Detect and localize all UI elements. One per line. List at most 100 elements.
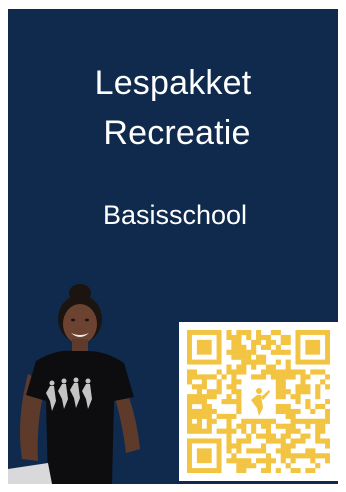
qr-module	[241, 438, 247, 444]
qr-module	[280, 453, 286, 459]
qr-module	[236, 379, 242, 385]
qr-module	[280, 394, 286, 400]
qr-module	[290, 428, 296, 434]
qr-module	[315, 428, 321, 434]
qr-module	[290, 369, 296, 375]
qr-module	[275, 374, 281, 380]
qr-module	[275, 423, 281, 429]
qr-module	[241, 359, 247, 365]
qr-module	[280, 438, 286, 444]
qr-module	[191, 369, 198, 375]
qr-module	[305, 403, 311, 410]
qr-module	[270, 349, 276, 355]
qr-finder	[196, 448, 212, 464]
qr-module	[206, 423, 212, 429]
qr-module	[251, 448, 257, 454]
qr-module	[270, 418, 276, 424]
qr-module	[256, 354, 262, 360]
qr-module	[295, 438, 301, 444]
qr-module	[241, 458, 247, 464]
qr-module	[231, 443, 237, 449]
qr-module	[315, 389, 321, 395]
qr-module	[275, 438, 281, 444]
qr-module	[310, 369, 316, 375]
qr-module	[201, 408, 207, 415]
qr-module	[315, 418, 321, 424]
qr-module	[280, 423, 286, 429]
qr-module	[310, 418, 316, 424]
qr-module	[325, 384, 330, 390]
qr-module	[260, 354, 267, 360]
qr-module	[300, 379, 306, 385]
qr-module	[300, 438, 306, 444]
qr-module	[260, 443, 267, 449]
qr-module	[226, 384, 232, 390]
qr-module	[290, 423, 296, 429]
qr-module	[260, 458, 267, 464]
qr-module	[251, 344, 257, 350]
qr-module	[251, 418, 257, 424]
qr-code[interactable]	[179, 322, 338, 481]
qr-module	[226, 334, 232, 341]
qr-module	[325, 453, 330, 459]
qr-module	[265, 468, 272, 473]
qr-module	[260, 448, 267, 454]
qr-module	[191, 423, 198, 429]
qr-module	[221, 428, 227, 434]
qr-module	[270, 339, 276, 345]
qr-module	[290, 458, 296, 464]
qr-module	[315, 394, 321, 400]
qr-module	[196, 389, 202, 395]
qr-module	[226, 349, 232, 355]
qr-module	[265, 334, 272, 341]
qr-module	[290, 413, 296, 419]
qr-module	[285, 423, 291, 429]
qr-module	[236, 389, 242, 395]
qr-module	[231, 389, 237, 395]
qr-module	[216, 389, 222, 395]
qr-module	[216, 379, 222, 385]
qr-module	[275, 448, 281, 454]
qr-module	[226, 433, 232, 439]
qr-module	[265, 463, 272, 469]
qr-module	[251, 423, 257, 429]
qr-module	[191, 394, 198, 400]
qr-module	[236, 403, 242, 410]
qr-module	[236, 349, 242, 355]
qr-module	[226, 330, 232, 336]
qr-module	[275, 468, 281, 473]
qr-module	[191, 428, 198, 434]
qr-module	[196, 423, 202, 429]
qr-module	[300, 433, 306, 439]
qr-module	[206, 418, 212, 424]
qr-module	[325, 458, 330, 464]
qr-module	[216, 369, 222, 375]
qr-module	[275, 379, 281, 385]
qr-module	[246, 458, 252, 464]
qr-module	[325, 443, 330, 449]
qr-module	[300, 418, 306, 424]
qr-module	[270, 364, 276, 370]
qr-module	[285, 364, 291, 370]
qr-module	[226, 448, 232, 454]
qr-module	[236, 458, 242, 464]
qr-module	[270, 330, 276, 336]
qr-module	[191, 413, 198, 419]
qr-module	[196, 418, 202, 424]
qr-module	[265, 344, 272, 350]
qr-module	[265, 418, 272, 424]
qr-module	[231, 354, 237, 360]
qr-module	[196, 399, 202, 405]
qr-module	[290, 418, 296, 424]
qr-module	[256, 458, 262, 464]
qr-module	[285, 433, 291, 439]
qr-module	[256, 448, 262, 454]
qr-module	[285, 339, 291, 345]
qr-module	[295, 384, 301, 390]
qr-module	[285, 408, 291, 415]
qr-module	[256, 339, 262, 345]
qr-module	[295, 468, 301, 473]
qr-finder	[305, 339, 321, 355]
qr-module	[226, 418, 232, 424]
qr-module	[256, 433, 262, 439]
